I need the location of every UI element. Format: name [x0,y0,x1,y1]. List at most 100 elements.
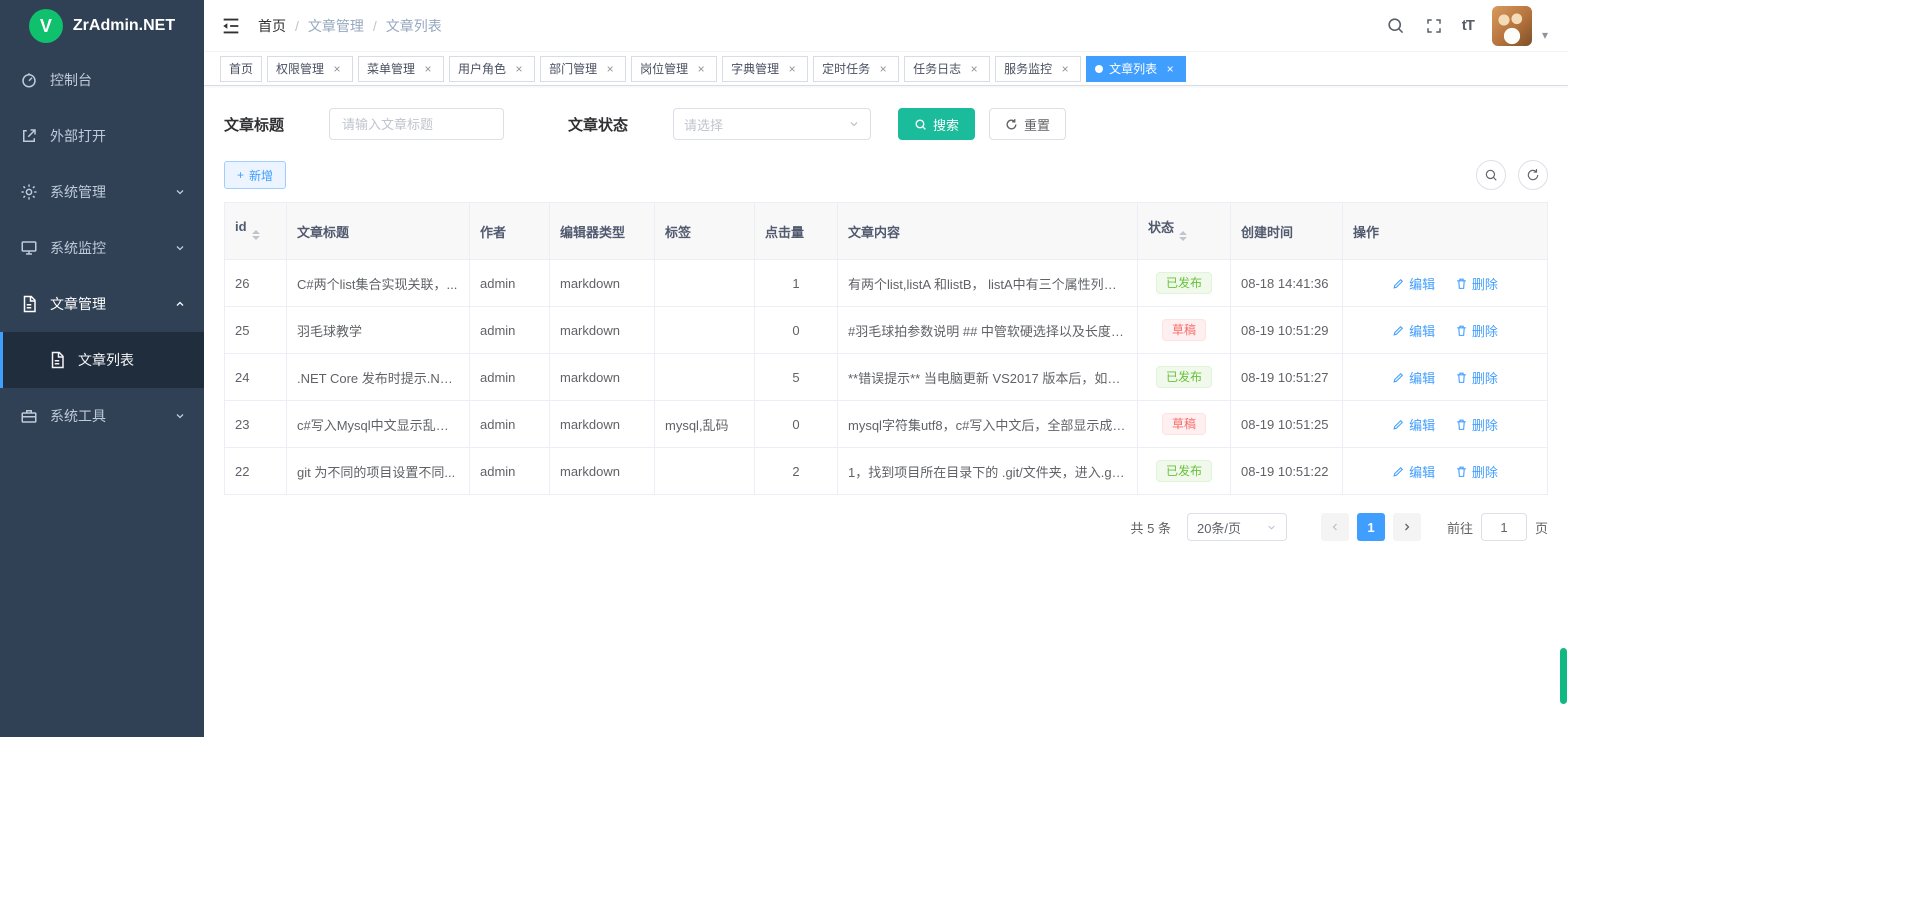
logo[interactable]: V ZrAdmin.NET [0,0,204,52]
sort-icon[interactable] [252,226,260,244]
close-icon[interactable]: × [603,62,617,76]
close-icon[interactable]: × [1163,62,1177,76]
goto-page-input[interactable] [1481,513,1527,541]
sidebar-item-label: 控制台 [50,70,92,90]
sidebar-item-external-open[interactable]: 外部打开 [0,108,204,164]
document-icon [20,295,38,313]
edit-link[interactable]: 编辑 [1392,368,1435,387]
breadcrumb-article-mgmt[interactable]: 文章管理 [308,16,364,36]
table-row: 25 羽毛球教学 admin markdown 0 #羽毛球拍参数说明 ## 中… [225,307,1548,354]
article-status-select[interactable]: 请选择 [673,108,871,140]
sidebar-item-dashboard[interactable]: 控制台 [0,52,204,108]
col-status[interactable]: 状态 [1138,203,1231,260]
close-icon[interactable]: × [330,62,344,76]
sidebar-item-label: 系统工具 [50,406,106,426]
tab-service-monitor[interactable]: 服务监控 × [995,56,1081,82]
refresh-icon [1005,118,1018,131]
fullscreen-icon[interactable] [1424,16,1444,36]
page-size-value: 20条/页 [1197,518,1241,537]
tab-label: 服务监控 [1004,60,1052,77]
chevron-down-icon [174,186,186,198]
font-size-icon[interactable]: tT [1462,17,1474,34]
tab-permission-mgmt[interactable]: 权限管理 × [267,56,353,82]
edit-link[interactable]: 编辑 [1392,415,1435,434]
sidebar-item-system-mgmt[interactable]: 系统管理 [0,164,204,220]
user-avatar[interactable] [1492,6,1532,46]
status-badge: 已发布 [1156,366,1212,388]
collapse-sidebar-icon[interactable] [220,15,242,37]
col-title: 文章标题 [287,203,470,260]
close-icon[interactable]: × [512,62,526,76]
tab-scheduled-tasks[interactable]: 定时任务 × [813,56,899,82]
close-icon[interactable]: × [1058,62,1072,76]
sidebar-item-system-tools[interactable]: 系统工具 [0,388,204,444]
external-link-icon [20,127,38,145]
tab-menu-mgmt[interactable]: 菜单管理 × [358,56,444,82]
sidebar-item-article-mgmt[interactable]: 文章管理 [0,276,204,332]
document-icon [48,351,66,369]
page-size-select[interactable]: 20条/页 [1187,513,1287,541]
next-page-button[interactable] [1393,513,1421,541]
sidebar-item-article-list[interactable]: 文章列表 [0,332,204,388]
reset-button[interactable]: 重置 [989,108,1066,140]
add-button[interactable]: + 新增 [224,161,286,189]
close-icon[interactable]: × [785,62,799,76]
delete-link[interactable]: 删除 [1455,415,1498,434]
status-badge: 已发布 [1156,272,1212,294]
tab-home[interactable]: 首页 [220,56,262,82]
status-badge: 草稿 [1162,319,1206,341]
sidebar-item-system-monitor[interactable]: 系统监控 [0,220,204,276]
tab-post-mgmt[interactable]: 岗位管理 × [631,56,717,82]
close-icon[interactable]: × [967,62,981,76]
sort-icon[interactable] [1179,227,1187,245]
edit-link[interactable]: 编辑 [1392,274,1435,293]
tab-dept-mgmt[interactable]: 部门管理 × [540,56,626,82]
edit-link[interactable]: 编辑 [1392,321,1435,340]
tab-label: 岗位管理 [640,60,688,77]
chevron-down-icon [174,410,186,422]
article-status-label: 文章状态 [568,114,628,135]
user-menu-caret-icon[interactable]: ▾ [1542,28,1548,46]
table-row: 22 git 为不同的项目设置不同... admin markdown 2 1，… [225,448,1548,495]
col-actions: 操作 [1343,203,1548,260]
tab-label: 部门管理 [549,60,597,77]
chevron-down-icon [174,242,186,254]
delete-link[interactable]: 删除 [1455,368,1498,387]
search-button[interactable]: 搜索 [898,108,975,140]
delete-link[interactable]: 删除 [1455,321,1498,340]
tab-task-logs[interactable]: 任务日志 × [904,56,990,82]
close-icon[interactable]: × [876,62,890,76]
edit-link[interactable]: 编辑 [1392,462,1435,481]
table-header-row: id 文章标题 作者 编辑器类型 标签 点击量 文章内容 状态 创建时间 操作 [225,203,1548,260]
article-title-input[interactable] [329,108,504,140]
tab-dict-mgmt[interactable]: 字典管理 × [722,56,808,82]
table-row: 23 c#写入Mysql中文显示乱码 ... admin markdown my… [225,401,1548,448]
main-area: 首页 / 文章管理 / 文章列表 tT ▾ [204,0,1568,737]
delete-link[interactable]: 删除 [1455,274,1498,293]
sidebar-item-label: 系统监控 [50,238,106,258]
tab-article-list[interactable]: 文章列表 × [1086,56,1186,82]
delete-link[interactable]: 删除 [1455,462,1498,481]
close-icon[interactable]: × [694,62,708,76]
app-title: ZrAdmin.NET [73,17,175,35]
tab-user-role[interactable]: 用户角色 × [449,56,535,82]
tab-label: 文章列表 [1109,60,1157,77]
search-icon[interactable] [1386,16,1406,36]
app-window: V ZrAdmin.NET 控制台 外部打开 系统管理 [0,0,1568,737]
col-author: 作者 [470,203,550,260]
scrollbar-thumb[interactable] [1560,648,1567,704]
refresh-table-button[interactable] [1518,160,1548,190]
sidebar-item-label: 文章管理 [50,294,106,314]
breadcrumb-home[interactable]: 首页 [258,16,286,36]
plus-icon: + [237,168,244,182]
close-icon[interactable]: × [421,62,435,76]
breadcrumb-separator: / [373,18,377,34]
active-tab-dot [1095,65,1103,73]
article-table: id 文章标题 作者 编辑器类型 标签 点击量 文章内容 状态 创建时间 操作 [224,202,1548,495]
topbar: 首页 / 文章管理 / 文章列表 tT ▾ [204,0,1568,52]
prev-page-button[interactable] [1321,513,1349,541]
col-tags: 标签 [655,203,755,260]
col-id[interactable]: id [225,203,287,260]
page-number-1[interactable]: 1 [1357,513,1385,541]
toggle-search-button[interactable] [1476,160,1506,190]
